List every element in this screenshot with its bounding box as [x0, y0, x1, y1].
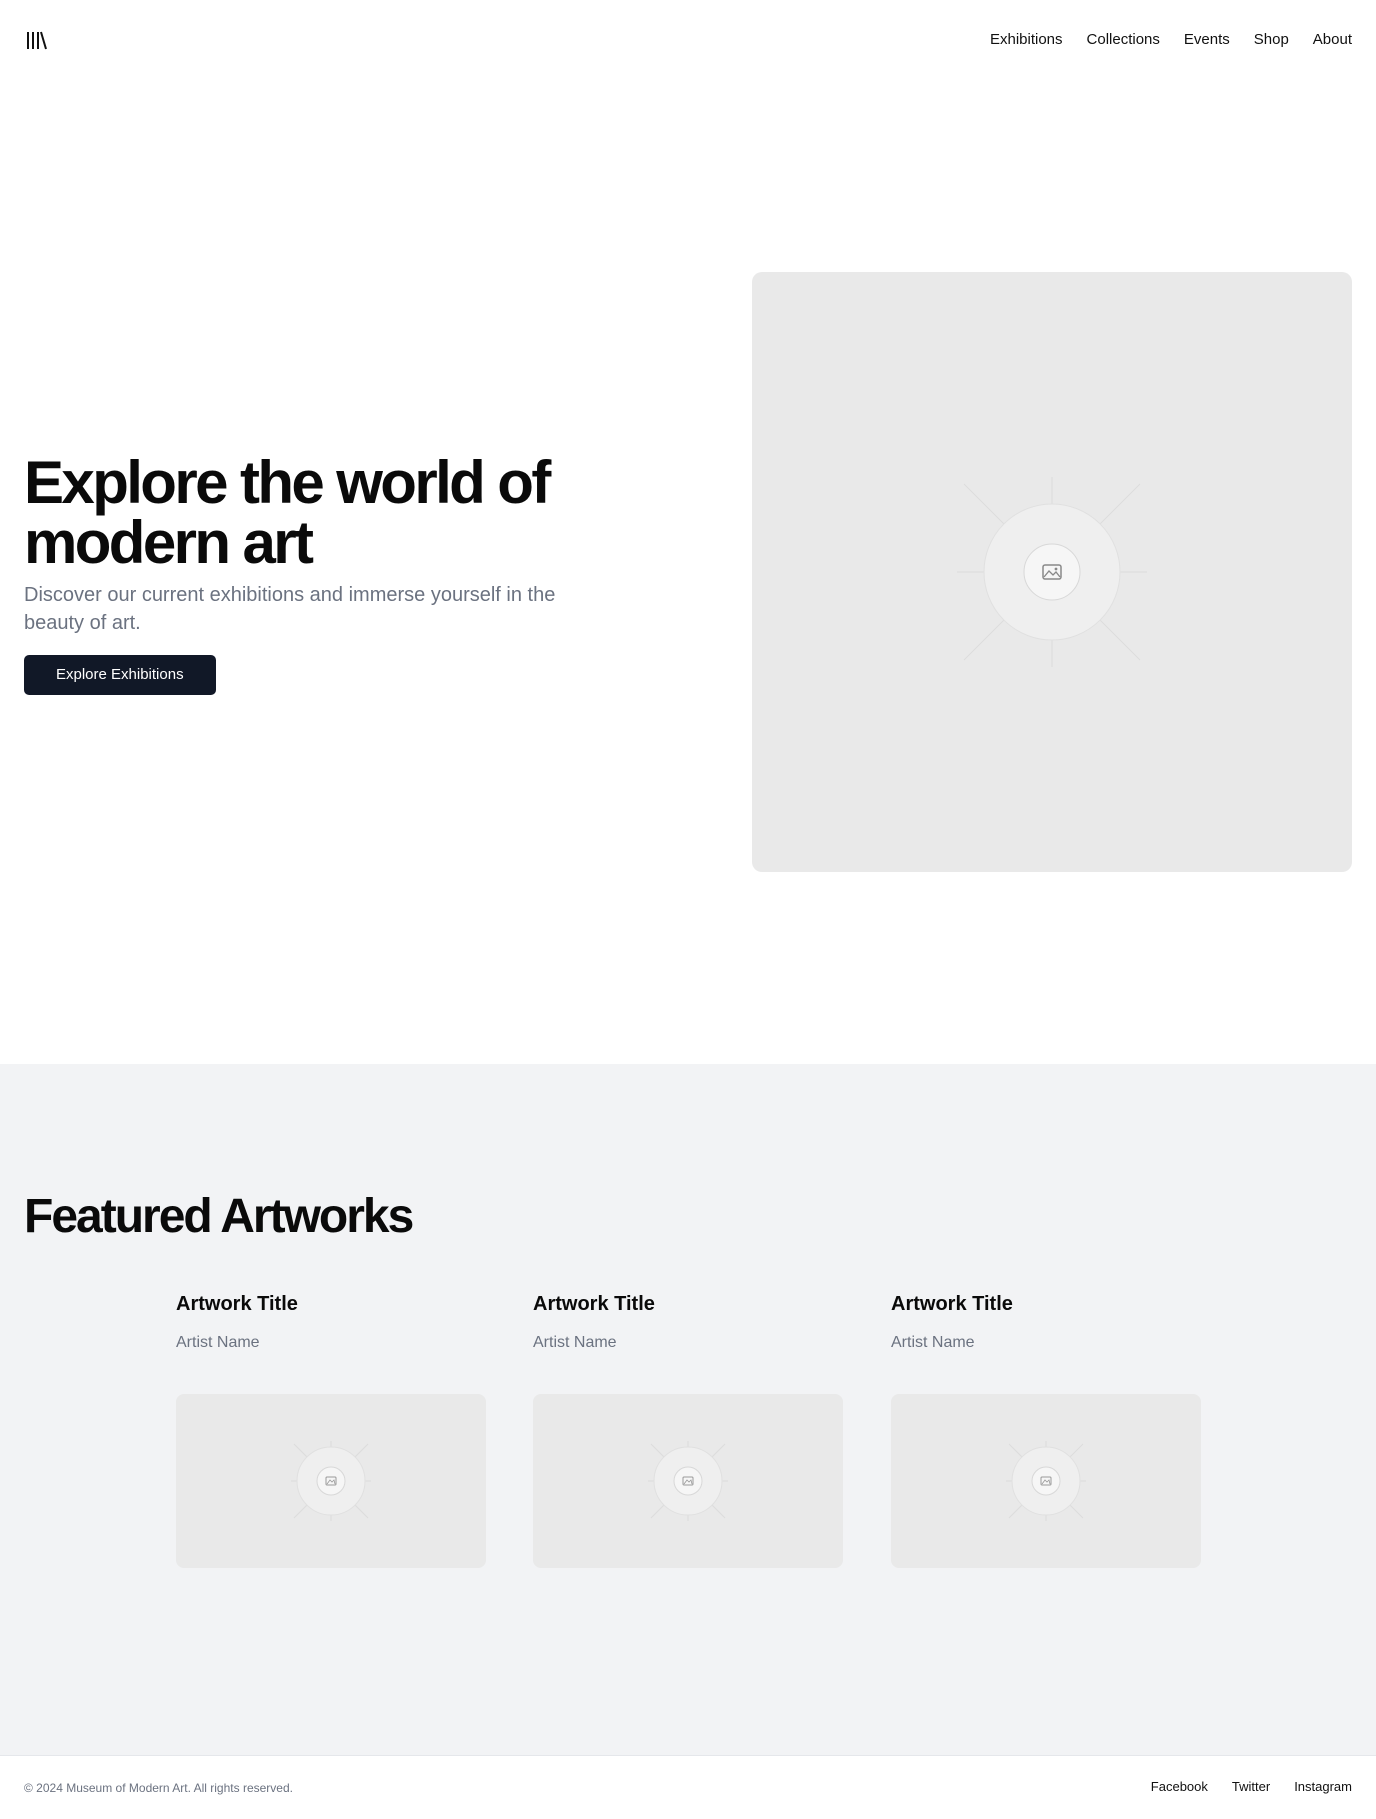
image-placeholder-icon [1006, 1441, 1086, 1521]
main-nav: Exhibitions Collections Events Shop Abou… [966, 28, 1352, 52]
hero-image [752, 272, 1352, 872]
nav-about[interactable]: About [1313, 28, 1352, 52]
artist-name: Artist Name [176, 1334, 260, 1351]
artwork-card[interactable]: Artwork Title Artist Name [891, 1290, 1201, 1568]
image-placeholder-icon [291, 1441, 371, 1521]
site-footer: © 2024 Museum of Modern Art. All rights … [0, 1755, 1376, 1819]
artwork-title: Artwork Title [533, 1293, 655, 1315]
hero-text: Explore the world of modern art Discover… [24, 453, 644, 695]
featured-title: Featured Artworks [24, 1190, 414, 1243]
artist-name: Artist Name [891, 1334, 975, 1351]
instagram-link[interactable]: Instagram [1294, 1778, 1352, 1796]
featured-artworks-section: Featured Artworks Artwork Title Artist N… [0, 1064, 1376, 1755]
artwork-image [176, 1394, 486, 1568]
nav-shop[interactable]: Shop [1254, 28, 1289, 52]
library-logo-icon[interactable] [26, 29, 48, 51]
site-header: Exhibitions Collections Events Shop Abou… [0, 0, 1376, 80]
hero-section: Explore the world of modern art Discover… [0, 80, 1376, 1064]
nav-events[interactable]: Events [1184, 28, 1230, 52]
hero-title: Explore the world of modern art [24, 449, 551, 576]
artwork-card[interactable]: Artwork Title Artist Name [533, 1290, 843, 1568]
twitter-link[interactable]: Twitter [1232, 1778, 1270, 1796]
hero-subtitle: Discover our current exhibitions and imm… [24, 584, 556, 634]
artwork-image [533, 1394, 843, 1568]
artist-name: Artist Name [533, 1334, 617, 1351]
artwork-card[interactable]: Artwork Title Artist Name [176, 1290, 486, 1568]
explore-exhibitions-button[interactable]: Explore Exhibitions [24, 655, 216, 695]
facebook-link[interactable]: Facebook [1151, 1778, 1208, 1796]
social-links: Facebook Twitter Instagram [1127, 1778, 1352, 1796]
copyright-text: © 2024 Museum of Modern Art. All rights … [24, 1781, 293, 1795]
artwork-image [891, 1394, 1201, 1568]
artwork-title: Artwork Title [176, 1293, 298, 1315]
nav-collections[interactable]: Collections [1087, 28, 1160, 52]
image-placeholder-icon [957, 477, 1147, 667]
image-placeholder-icon [648, 1441, 728, 1521]
nav-exhibitions[interactable]: Exhibitions [990, 28, 1063, 52]
artwork-title: Artwork Title [891, 1293, 1013, 1315]
